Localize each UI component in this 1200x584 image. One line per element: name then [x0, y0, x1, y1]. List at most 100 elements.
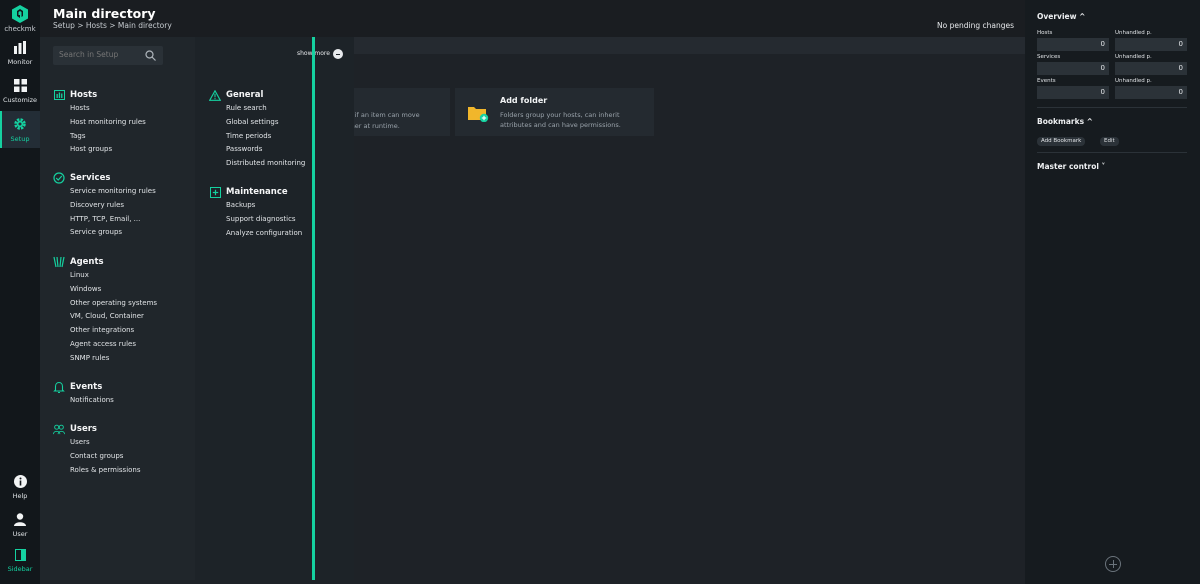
menu-item-http-tcp-email[interactable]: HTTP, TCP, Email, ... [53, 213, 156, 227]
checkmk-logo[interactable]: checkmk [0, 4, 40, 33]
topic-hosts-title: Hosts [70, 90, 98, 100]
overview-events-unhandled-value[interactable]: 0 [1115, 86, 1187, 99]
topic-maintenance-title: Maintenance [226, 187, 288, 197]
nav-monitor[interactable]: Monitor [0, 41, 40, 66]
page-title: Main directory [53, 6, 156, 21]
bookmarks-title[interactable]: Bookmarks ^ [1037, 117, 1093, 126]
menu-item-linux[interactable]: Linux [53, 269, 157, 283]
warning-icon [209, 89, 221, 101]
add-folder-card[interactable]: Add folder Folders group your hosts, can… [455, 88, 654, 136]
overview-hosts-unhandled-value[interactable]: 0 [1115, 38, 1187, 51]
menu-item-distributed-monitoring[interactable]: Distributed monitoring [209, 157, 305, 171]
menu-item-other-integrations[interactable]: Other integrations [53, 324, 157, 338]
grid-icon [13, 79, 27, 92]
setup-search[interactable] [53, 46, 163, 65]
agents-icon [53, 256, 65, 268]
topic-maintenance: Maintenance Backups Support diagnostics … [209, 185, 302, 240]
right-sidebar: Overview ^ Hosts Unhandled p. 0 0 Servic… [1025, 0, 1200, 584]
add-folder-title: Add folder [500, 96, 548, 105]
menu-item-analyze-configuration[interactable]: Analyze configuration [209, 227, 302, 241]
overview-hosts-value[interactable]: 0 [1037, 38, 1109, 51]
nav-setup-label: Setup [10, 135, 30, 143]
topic-services-title: Services [70, 173, 111, 183]
setup-search-input[interactable] [59, 50, 139, 59]
overview-hosts-unhandled-label: Unhandled p. [1115, 30, 1152, 36]
overview-hosts-label: Hosts [1037, 30, 1053, 36]
menu-item-users[interactable]: Users [53, 436, 141, 450]
topic-services: Services Service monitoring rules Discov… [53, 171, 156, 240]
menu-item-time-periods[interactable]: Time periods [209, 130, 305, 144]
topic-users: Users Users Contact groups Roles & permi… [53, 422, 141, 477]
sidebar-toggle-icon [14, 549, 26, 561]
users-icon [53, 424, 65, 434]
logo-text: checkmk [4, 25, 36, 33]
menu-item-discovery-rules[interactable]: Discovery rules [53, 199, 156, 213]
services-icon [53, 172, 65, 184]
add-folder-desc-line2: attributes and can have permissions. [500, 121, 621, 129]
menu-item-contact-groups[interactable]: Contact groups [53, 450, 141, 464]
menu-item-backups[interactable]: Backups [209, 199, 302, 213]
overview-services-unhandled-value[interactable]: 0 [1115, 62, 1187, 75]
partial-card[interactable]: ters if an item can move gether at runti… [340, 88, 450, 136]
search-icon[interactable] [145, 50, 156, 61]
nav-sidebar[interactable]: Sidebar [0, 549, 40, 573]
menu-item-service-monitoring-rules[interactable]: Service monitoring rules [53, 185, 156, 199]
user-icon [14, 513, 26, 526]
overview-services-value[interactable]: 0 [1037, 62, 1109, 75]
topic-general: General Rule search Global settings Time… [209, 88, 305, 171]
nav-setup[interactable]: Setup [0, 111, 40, 148]
menu-item-passwords[interactable]: Passwords [209, 143, 305, 157]
menu-item-support-diagnostics[interactable]: Support diagnostics [209, 213, 302, 227]
setup-menu: show more Hosts Hosts Host monitoring ru… [40, 37, 354, 580]
overview-title[interactable]: Overview ^ [1037, 12, 1085, 21]
master-control-title[interactable]: Master control ˅ [1037, 162, 1105, 171]
topic-events: Events Notifications [53, 380, 114, 408]
nav-customize[interactable]: Customize [0, 79, 40, 104]
main-navigation: checkmk Monitor Customize Setup Help Use… [0, 0, 40, 584]
nav-user-label: User [12, 530, 28, 538]
topic-hosts: Hosts Hosts Host monitoring rules Tags H… [53, 88, 146, 157]
overview-services-label: Services [1037, 54, 1061, 60]
pending-changes-status[interactable]: No pending changes [937, 21, 1014, 30]
topic-users-title: Users [70, 424, 97, 434]
menu-item-host-groups[interactable]: Host groups [53, 143, 146, 157]
menu-item-global-settings[interactable]: Global settings [209, 116, 305, 130]
menu-item-snmp-rules[interactable]: SNMP rules [53, 352, 157, 366]
overview-events-value[interactable]: 0 [1037, 86, 1109, 99]
overview-events-label: Events [1037, 78, 1056, 84]
nav-user[interactable]: User [0, 513, 40, 538]
menu-item-rule-search[interactable]: Rule search [209, 102, 305, 116]
nav-sidebar-label: Sidebar [7, 565, 33, 573]
add-snapin-icon[interactable] [1105, 556, 1121, 572]
hosts-icon [53, 90, 65, 100]
partial-card-line1: ters if an item can move [340, 111, 420, 119]
edit-bookmarks-button[interactable]: Edit [1100, 137, 1119, 146]
active-indicator [0, 111, 2, 148]
menu-item-host-monitoring-rules[interactable]: Host monitoring rules [53, 116, 146, 130]
overview-events-unhandled-label: Unhandled p. [1115, 78, 1152, 84]
page-header: Main directory Setup > Hosts > Main dire… [40, 0, 1025, 37]
menu-item-notifications[interactable]: Notifications [53, 394, 114, 408]
bar-chart-icon [14, 41, 26, 54]
topic-agents: Agents Linux Windows Other operating sys… [53, 255, 157, 366]
add-bookmark-button[interactable]: Add Bookmark [1037, 137, 1086, 146]
partial-card-line2: gether at runtime. [340, 122, 400, 130]
topic-events-title: Events [70, 382, 103, 392]
menu-item-tags[interactable]: Tags [53, 130, 146, 144]
gear-icon [14, 118, 26, 130]
nav-help[interactable]: Help [0, 475, 40, 500]
add-folder-icon [468, 107, 489, 122]
menu-item-windows[interactable]: Windows [53, 283, 157, 297]
menu-item-other-operating-systems[interactable]: Other operating systems [53, 297, 157, 311]
show-more-icon[interactable] [333, 49, 343, 59]
menu-item-service-groups[interactable]: Service groups [53, 226, 156, 240]
overview-services-unhandled-label: Unhandled p. [1115, 54, 1152, 60]
topic-agents-title: Agents [70, 257, 104, 267]
nav-customize-label: Customize [2, 96, 38, 104]
menu-item-agent-access-rules[interactable]: Agent access rules [53, 338, 157, 352]
menu-item-roles-permissions[interactable]: Roles & permissions [53, 464, 141, 478]
menu-item-vm-cloud-container[interactable]: VM, Cloud, Container [53, 310, 157, 324]
breadcrumb[interactable]: Setup > Hosts > Main directory [53, 21, 172, 30]
menu-item-hosts[interactable]: Hosts [53, 102, 146, 116]
nav-help-label: Help [12, 492, 28, 500]
